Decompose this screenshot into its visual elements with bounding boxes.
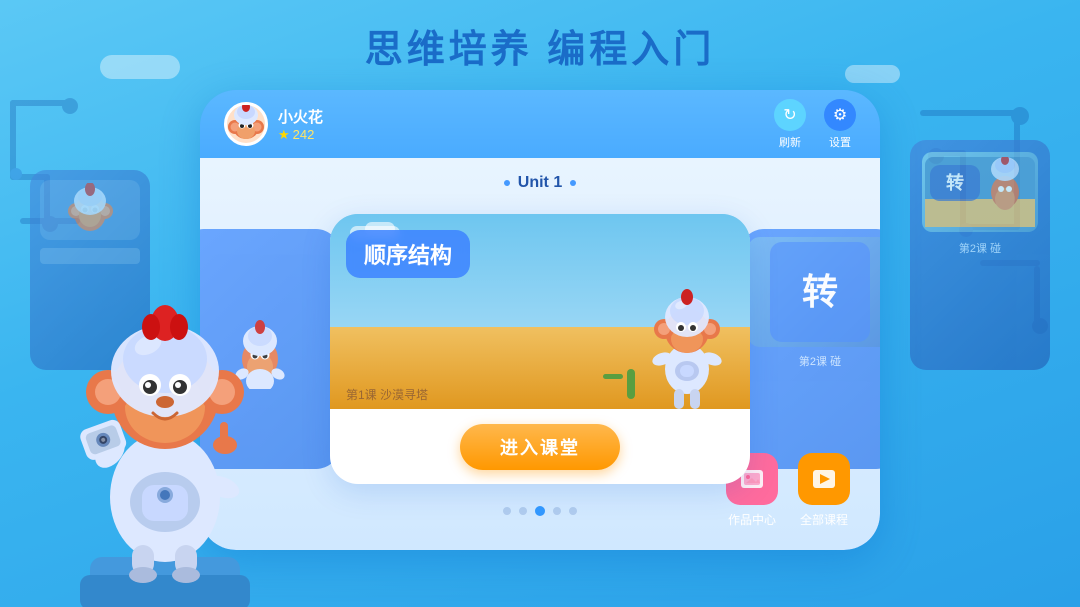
works-center-label: 作品中心 xyxy=(728,511,776,528)
unit-text: Unit 1 xyxy=(518,174,562,192)
user-info: 小火花 ★ 242 xyxy=(224,102,323,146)
unit-label: Unit 1 xyxy=(504,174,576,192)
pagination-dots xyxy=(503,506,577,516)
tablet-container: 小火花 ★ 242 ↻ 刷新 ⚙ 设置 xyxy=(200,90,880,550)
dot-1[interactable] xyxy=(503,507,511,515)
user-score: ★ 242 xyxy=(278,127,323,143)
scene-monkey xyxy=(642,269,732,409)
scene-title-label: 顺序结构 xyxy=(346,230,470,278)
settings-icon: ⚙ xyxy=(824,99,856,131)
unit-dot-right xyxy=(570,180,576,186)
card-scene: 顺序结构 第1课 沙漠寻塔 xyxy=(330,214,750,409)
deco-screen-right: 转 第2课 碰 xyxy=(910,140,1050,370)
next-card[interactable]: 转 第2课 碰 xyxy=(740,229,880,469)
scene-title-text: 顺序结构 xyxy=(364,243,452,268)
dot-4[interactable] xyxy=(553,507,561,515)
star-icon: ★ xyxy=(278,127,290,143)
user-name-score-group: 小火花 ★ 242 xyxy=(278,106,323,143)
unit-dot-left xyxy=(504,180,510,186)
main-lesson-card[interactable]: 顺序结构 第1课 沙漠寻塔 xyxy=(330,214,750,484)
dot-2[interactable] xyxy=(519,507,527,515)
right-card-image: 转 xyxy=(922,152,1038,232)
tablet-header: 小火花 ★ 242 ↻ 刷新 ⚙ 设置 xyxy=(200,90,880,158)
settings-button[interactable]: ⚙ 设置 xyxy=(824,99,856,150)
header-right: ↻ 刷新 ⚙ 设置 xyxy=(774,99,856,150)
dot-3-active[interactable] xyxy=(535,506,545,516)
right-card-sublabel: 第2课 碰 xyxy=(922,240,1038,256)
dot-5[interactable] xyxy=(569,507,577,515)
all-courses-label: 全部课程 xyxy=(800,511,848,528)
svg-text:转: 转 xyxy=(946,172,964,193)
refresh-button[interactable]: ↻ 刷新 xyxy=(774,99,806,150)
carousel: 顺序结构 第1课 沙漠寻塔 xyxy=(200,204,880,494)
lesson-label: 第1课 沙漠寻塔 xyxy=(346,386,428,403)
avatar xyxy=(224,102,268,146)
settings-label: 设置 xyxy=(829,134,851,150)
svg-text:转: 转 xyxy=(802,271,838,312)
username: 小火花 xyxy=(278,106,323,127)
courses-icon xyxy=(798,453,850,505)
score-value: 242 xyxy=(293,127,315,142)
refresh-label: 刷新 xyxy=(779,134,801,150)
enter-btn-container: 进入课堂 xyxy=(330,409,750,484)
right-card-label: 第2课 碰 xyxy=(748,353,880,369)
enter-classroom-button[interactable]: 进入课堂 xyxy=(460,424,620,470)
refresh-icon: ↻ xyxy=(774,99,806,131)
all-courses-button[interactable]: 全部课程 xyxy=(798,453,850,528)
page-title: 思维培养 编程入门 xyxy=(0,18,1080,73)
mascot-monkey xyxy=(60,267,270,607)
